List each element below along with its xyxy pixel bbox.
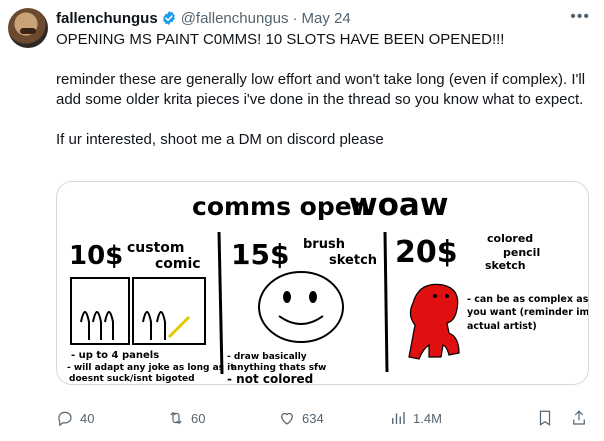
tweet-date[interactable]: May 24 bbox=[302, 10, 351, 27]
user-handle[interactable]: @fallenchungus bbox=[181, 10, 289, 27]
note3-c: actual artist) bbox=[467, 321, 537, 332]
tweet-line: If ur interested, shoot me a DM on disco… bbox=[56, 131, 384, 148]
tweet-text: OPENING MS PAINT C0MMS! 10 SLOTS HAVE BE… bbox=[56, 30, 588, 150]
price-20: 20$ bbox=[395, 235, 458, 270]
bookmark-icon[interactable] bbox=[536, 409, 554, 427]
reply-count: 40 bbox=[80, 410, 95, 426]
like-button[interactable]: 634 bbox=[278, 409, 389, 427]
note1-a: - up to 4 panels bbox=[71, 350, 159, 361]
repost-icon bbox=[170, 411, 182, 425]
heart-icon bbox=[281, 412, 293, 425]
label-brush: brush bbox=[303, 237, 345, 252]
views-button[interactable]: 1.4M bbox=[389, 409, 500, 427]
label-custom: custom bbox=[127, 240, 185, 256]
tweet-line: reminder these are generally low effort … bbox=[56, 71, 586, 108]
label-sketch-3: sketch bbox=[485, 259, 526, 272]
note3-b: you want (reminder im an bbox=[467, 307, 588, 318]
note2-a: - draw basically bbox=[227, 352, 307, 362]
reply-icon bbox=[58, 411, 72, 427]
note1-b: - will adapt any joke as long as it bbox=[67, 363, 235, 373]
reply-button[interactable]: 40 bbox=[56, 409, 167, 427]
verified-badge-icon bbox=[161, 10, 177, 26]
tweet-header: fallenchungus @fallenchungus · May 24 bbox=[56, 8, 592, 28]
repost-button[interactable]: 60 bbox=[167, 409, 278, 427]
note3-a: - can be as complex as bbox=[467, 294, 588, 305]
note1-c: doesnt suck/isnt bigoted bbox=[69, 374, 195, 384]
image-title-b: woaw bbox=[349, 187, 449, 223]
display-name[interactable]: fallenchungus bbox=[56, 10, 158, 27]
like-count: 634 bbox=[302, 410, 324, 426]
more-options-icon[interactable]: ••• bbox=[570, 8, 590, 26]
share-icon[interactable] bbox=[570, 409, 588, 427]
commission-sheet-image: comms open woaw 10$ custom comic - up to… bbox=[57, 182, 588, 384]
note2-c: - not colored bbox=[227, 372, 313, 384]
price-10: 10$ bbox=[69, 241, 123, 271]
attached-image[interactable]: comms open woaw 10$ custom comic - up to… bbox=[56, 181, 589, 385]
image-title-a: comms open bbox=[192, 192, 370, 221]
views-chart-icon bbox=[392, 412, 405, 424]
label-pencil: pencil bbox=[503, 246, 540, 259]
label-sketch: sketch bbox=[329, 253, 377, 268]
label-colored: colored bbox=[487, 232, 533, 245]
repost-count: 60 bbox=[191, 410, 206, 426]
view-count: 1.4M bbox=[413, 410, 442, 426]
separator: · bbox=[292, 9, 298, 27]
label-comic: comic bbox=[155, 256, 201, 272]
tweet-actions: 40 60 634 1.4M bbox=[56, 408, 588, 428]
tweet-line: OPENING MS PAINT C0MMS! 10 SLOTS HAVE BE… bbox=[56, 31, 505, 48]
avatar[interactable] bbox=[8, 8, 48, 48]
price-15: 15$ bbox=[231, 238, 289, 271]
